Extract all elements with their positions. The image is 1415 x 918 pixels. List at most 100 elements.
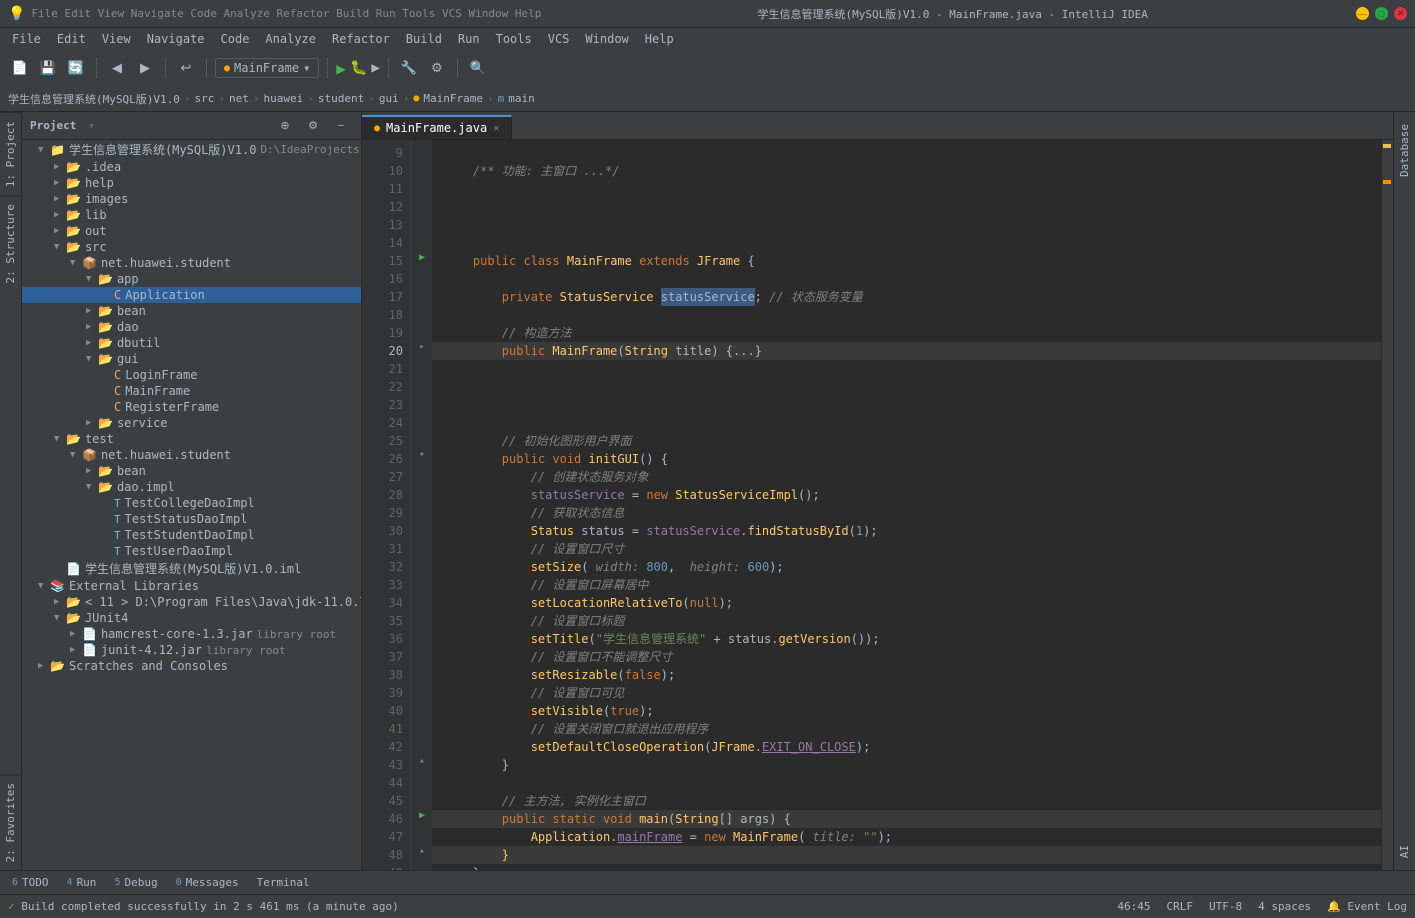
tree-arrow-dao[interactable]	[86, 322, 98, 332]
code-content[interactable]: /** 功能: 主窗口 ...*/ public class MainFrame…	[432, 140, 1381, 870]
status-position[interactable]: 46:45	[1117, 900, 1150, 913]
tree-item-mainframe[interactable]: C MainFrame	[22, 383, 361, 399]
menu-file[interactable]: File	[4, 30, 49, 48]
tree-arrow-ext-libs[interactable]	[38, 581, 50, 591]
menu-analyze[interactable]: Analyze	[257, 30, 324, 48]
status-linesep[interactable]: CRLF	[1166, 900, 1193, 913]
tree-arrow-root[interactable]	[38, 145, 50, 155]
tree-item-bean[interactable]: 📂 bean	[22, 303, 361, 319]
menu-edit[interactable]: Edit	[49, 30, 94, 48]
fold-icon-20[interactable]: ▸	[419, 342, 424, 352]
fold-close-48[interactable]: ▴	[419, 846, 424, 856]
tree-arrow-idea[interactable]	[54, 162, 66, 172]
tree-item-src[interactable]: 📂 src	[22, 239, 361, 255]
tree-item-idea[interactable]: 📂 .idea	[22, 159, 361, 175]
tree-item-testuser[interactable]: T TestUserDaoImpl	[22, 543, 361, 559]
tree-item-scratches[interactable]: 📂 Scratches and Consoles	[22, 658, 361, 674]
tree-item-iml[interactable]: 📄 学生信息管理系统(MySQL版)V1.0.iml	[22, 559, 361, 578]
tree-arrow-service[interactable]	[86, 418, 98, 428]
run-button[interactable]: ▶	[336, 59, 346, 78]
sidebar-settings-btn[interactable]: ⚙	[301, 114, 325, 138]
vtab-project[interactable]: 1: Project	[0, 112, 21, 195]
tree-item-dao-impl[interactable]: 📂 dao.impl	[22, 479, 361, 495]
toolbar-new-btn[interactable]: 📄	[8, 56, 32, 80]
vtab-favorites[interactable]: 2: Favorites	[0, 774, 21, 870]
status-encoding[interactable]: UTF-8	[1209, 900, 1242, 913]
toolbar-undo-btn[interactable]: ↩	[174, 56, 198, 80]
status-spaces[interactable]: 4 spaces	[1258, 900, 1311, 913]
toolbar-search-btn[interactable]: 🔍	[466, 56, 490, 80]
run-arrow-15[interactable]: ▶	[419, 252, 425, 263]
tree-item-teststudent[interactable]: T TestStudentDaoImpl	[22, 527, 361, 543]
run-arrow-46[interactable]: ▶	[419, 810, 425, 821]
breadcrumb-mainframe[interactable]: MainFrame	[423, 92, 483, 105]
tree-item-junit-jar[interactable]: 📄 junit-4.12.jar library root	[22, 642, 361, 658]
menu-help[interactable]: Help	[637, 30, 682, 48]
tree-item-registerframe[interactable]: C RegisterFrame	[22, 399, 361, 415]
tree-arrow-hamcrest[interactable]	[70, 629, 82, 639]
tree-item-ext-libs[interactable]: 📚 External Libraries	[22, 578, 361, 594]
tree-arrow-test[interactable]	[54, 434, 66, 444]
tree-arrow-net-student-test[interactable]	[70, 450, 82, 460]
tree-arrow-images[interactable]	[54, 194, 66, 204]
tree-arrow-dbutil[interactable]	[86, 338, 98, 348]
menu-run[interactable]: Run	[450, 30, 488, 48]
tool-terminal[interactable]: Terminal	[249, 874, 318, 891]
breadcrumb-student[interactable]: student	[318, 92, 364, 105]
toolbar-sdk-btn[interactable]: 🔧	[397, 56, 421, 80]
tool-messages[interactable]: 0 Messages	[168, 874, 247, 891]
menu-code[interactable]: Code	[213, 30, 258, 48]
tree-item-loginframe[interactable]: C LoginFrame	[22, 367, 361, 383]
breadcrumb-project[interactable]: 学生信息管理系统(MySQL版)V1.0	[8, 91, 180, 107]
menu-tools[interactable]: Tools	[488, 30, 540, 48]
tab-mainframe[interactable]: ● MainFrame.java ✕	[362, 115, 512, 139]
menu-vcs[interactable]: VCS	[540, 30, 578, 48]
tree-item-lib[interactable]: 📂 lib	[22, 207, 361, 223]
breadcrumb-gui[interactable]: gui	[379, 92, 399, 105]
tree-item-root[interactable]: 📁 学生信息管理系统(MySQL版)V1.0 D:\IdeaProjects	[22, 140, 361, 159]
tree-item-junit4[interactable]: 📂 JUnit4	[22, 610, 361, 626]
tree-arrow-src[interactable]	[54, 242, 66, 252]
tree-arrow-junit4[interactable]	[54, 613, 66, 623]
right-panel-database-label[interactable]: Database	[1396, 116, 1413, 185]
tree-arrow-scratches[interactable]	[38, 661, 50, 671]
tree-arrow-bean-test[interactable]	[86, 466, 98, 476]
toolbar-save-btn[interactable]: 💾	[36, 56, 60, 80]
tree-item-images[interactable]: 📂 images	[22, 191, 361, 207]
tree-item-jdk[interactable]: 📂 < 11 > D:\Program Files\Java\jdk-11.0.…	[22, 594, 361, 610]
maximize-button[interactable]: □	[1375, 7, 1388, 20]
toolbar-sync-btn[interactable]: 🔄	[64, 56, 88, 80]
breadcrumb-net[interactable]: net	[229, 92, 249, 105]
tree-item-hamcrest[interactable]: 📄 hamcrest-core-1.3.jar library root	[22, 626, 361, 642]
tree-arrow-gui[interactable]	[86, 354, 98, 364]
tree-item-service[interactable]: 📂 service	[22, 415, 361, 431]
fold-icon-26[interactable]: ▾	[419, 450, 424, 460]
menu-navigate[interactable]: Navigate	[139, 30, 213, 48]
menu-build[interactable]: Build	[398, 30, 450, 48]
run-config-selector[interactable]: ● MainFrame ▾	[215, 58, 319, 78]
tree-item-application[interactable]: C Application	[22, 287, 361, 303]
tree-item-app[interactable]: 📂 app	[22, 271, 361, 287]
tree-item-bean-test[interactable]: 📂 bean	[22, 463, 361, 479]
debug-button[interactable]: 🐛	[350, 60, 367, 76]
close-button[interactable]: ✕	[1394, 7, 1407, 20]
tree-arrow-junit-jar[interactable]	[70, 645, 82, 655]
gutter-15[interactable]: ▶	[412, 248, 432, 266]
tree-item-test[interactable]: 📂 test	[22, 431, 361, 447]
breadcrumb-main[interactable]: main	[508, 92, 535, 105]
tree-item-dao[interactable]: 📂 dao	[22, 319, 361, 335]
tree-arrow-out[interactable]	[54, 226, 66, 236]
right-panel-ai-label[interactable]: AI	[1396, 837, 1413, 866]
run-coverage-button[interactable]: ▶	[371, 60, 379, 76]
tree-arrow-jdk[interactable]	[54, 597, 66, 607]
tree-item-net-student[interactable]: 📦 net.huawei.student	[22, 255, 361, 271]
tree-arrow-bean[interactable]	[86, 306, 98, 316]
toolbar-forward-btn[interactable]: ▶	[133, 56, 157, 80]
toolbar-settings-btn[interactable]: ⚙	[425, 56, 449, 80]
tree-item-help[interactable]: 📂 help	[22, 175, 361, 191]
tree-item-net-student-test[interactable]: 📦 net.huawei.student	[22, 447, 361, 463]
sidebar-locate-btn[interactable]: ⊕	[273, 114, 297, 138]
tree-arrow-help[interactable]	[54, 178, 66, 188]
menu-view[interactable]: View	[94, 30, 139, 48]
tree-item-testcollege[interactable]: T TestCollegeDaoImpl	[22, 495, 361, 511]
